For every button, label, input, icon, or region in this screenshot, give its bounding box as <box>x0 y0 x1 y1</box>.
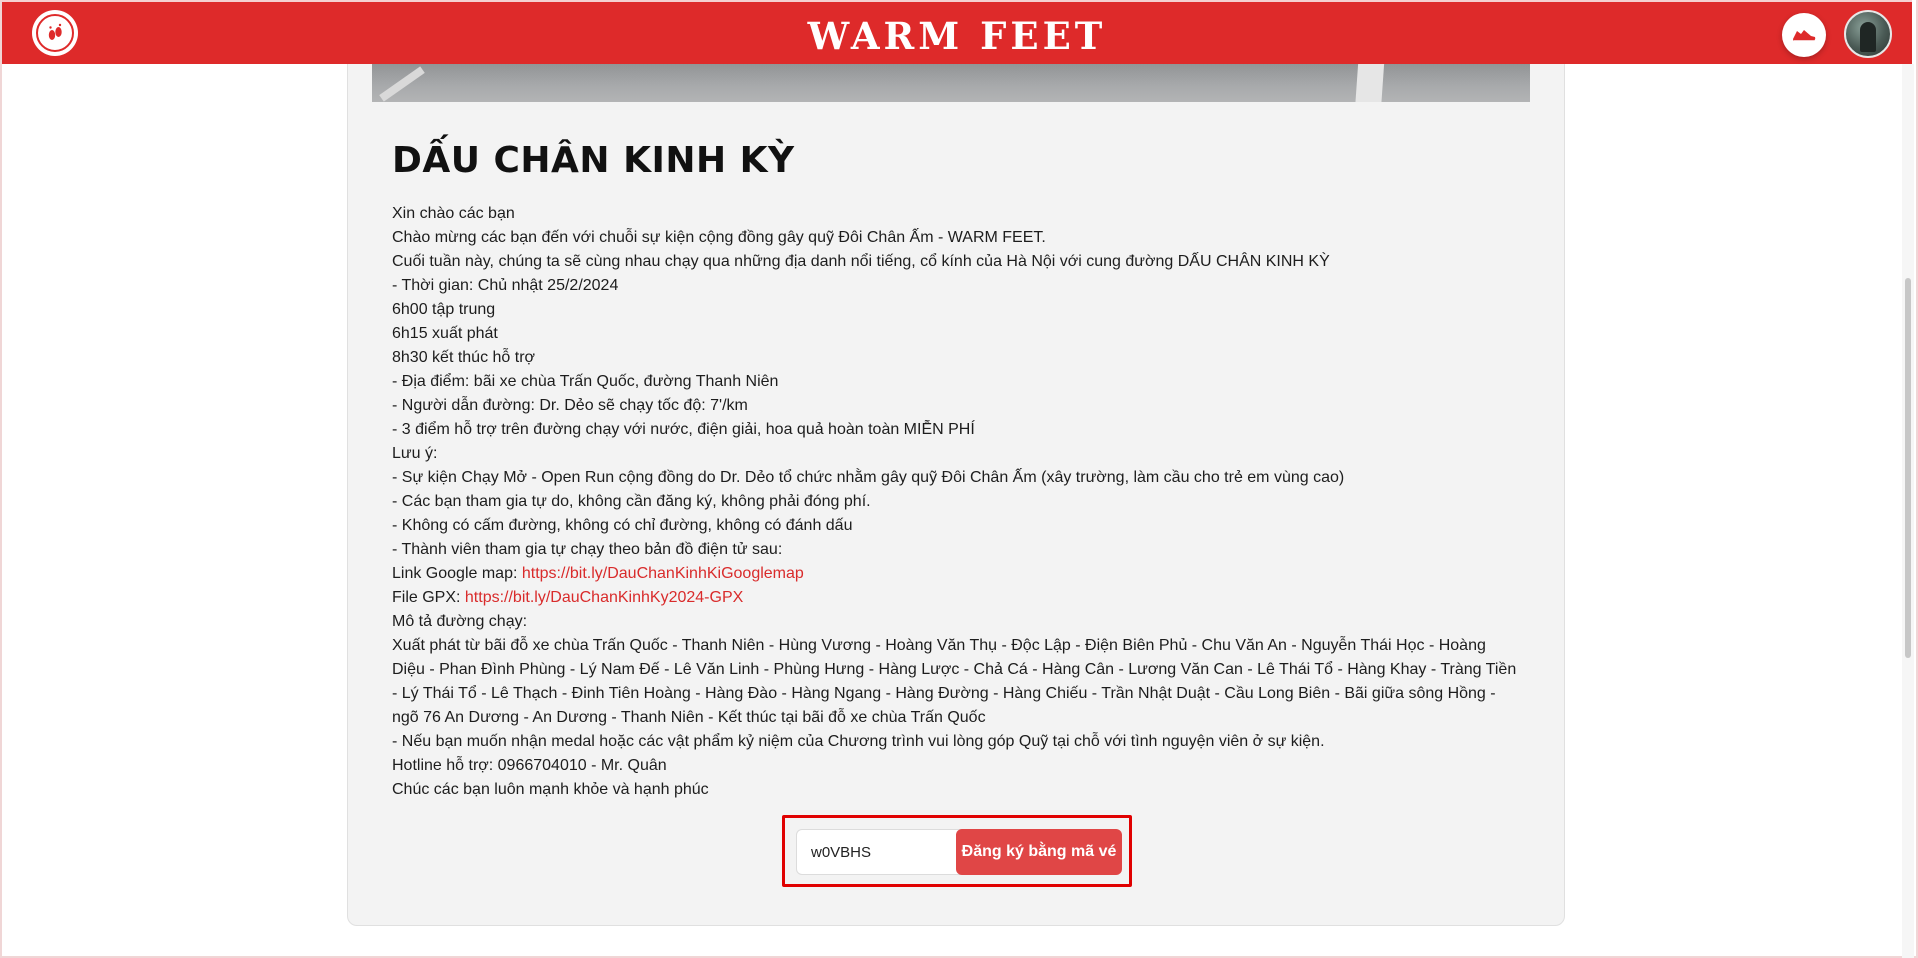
description-line: Xin chào các bạn <box>392 205 515 222</box>
site-title: WARM FEET <box>807 14 1107 58</box>
description-line: 6h00 tập trung <box>392 301 496 318</box>
google-map-row: Link Google map: https://bit.ly/DauChanK… <box>392 562 1522 586</box>
top-navbar: WARM FEET <box>2 0 1912 64</box>
gpx-row: File GPX: https://bit.ly/DauChanKinhKy20… <box>392 586 1522 610</box>
google-map-link[interactable]: https://bit.ly/DauChanKinhKiGooglemap <box>522 565 804 582</box>
closing-line: - Nếu bạn muốn nhận medal hoặc các vật p… <box>392 733 1325 750</box>
register-with-code-button[interactable]: Đăng ký bằng mã vé <box>956 829 1122 875</box>
scrollbar-thumb[interactable] <box>1905 278 1911 658</box>
ticket-code-input[interactable] <box>796 829 966 875</box>
running-shoe-icon[interactable] <box>1782 13 1826 57</box>
google-map-label: Link Google map: <box>392 565 522 582</box>
description-line: - Người dẫn đường: Dr. Dẻo sẽ chạy tốc đ… <box>392 397 748 414</box>
hotline: Hotline hỗ trợ: 0966704010 - Mr. Quân <box>392 757 667 774</box>
user-avatar[interactable] <box>1844 10 1892 58</box>
description-line: Lưu ý: <box>392 445 438 462</box>
event-title: DẤU CHÂN KINH KỲ <box>392 140 795 181</box>
description-line: - Các bạn tham gia tự do, không cần đăng… <box>392 493 871 510</box>
route-description: Xuất phát từ bãi đỗ xe chùa Trấn Quốc - … <box>392 637 1517 726</box>
description-line: Chào mừng các bạn đến với chuỗi sự kiện … <box>392 229 1046 246</box>
description-line: - Không có cấm đường, không có chỉ đường… <box>392 517 853 534</box>
description-line: 6h15 xuất phát <box>392 325 498 342</box>
description-line: - 3 điểm hỗ trợ trên đường chạy với nước… <box>392 421 975 438</box>
event-description: Xin chào các bạn Chào mừng các bạn đến v… <box>392 202 1522 802</box>
description-line: 8h30 kết thúc hỗ trợ <box>392 349 536 366</box>
event-banner-image <box>372 60 1530 102</box>
description-line: - Thành viên tham gia tự chạy theo bản đ… <box>392 541 783 558</box>
gpx-label: File GPX: <box>392 589 465 606</box>
description-line: - Sự kiện Chạy Mở - Open Run cộng đồng d… <box>392 469 1345 486</box>
description-line: - Thời gian: Chủ nhật 25/2/2024 <box>392 277 619 294</box>
description-line: Cuối tuần này, chúng ta sẽ cùng nhau chạ… <box>392 253 1330 270</box>
road-marking <box>1354 60 1386 102</box>
route-heading: Mô tả đường chạy: <box>392 613 528 630</box>
gpx-link[interactable]: https://bit.ly/DauChanKinhKy2024-GPX <box>465 589 743 606</box>
description-line: - Địa điểm: bãi xe chùa Trấn Quốc, đường… <box>392 373 779 390</box>
road-marking <box>379 66 425 102</box>
closing-line: Chúc các bạn luôn mạnh khỏe và hạnh phúc <box>392 781 709 798</box>
